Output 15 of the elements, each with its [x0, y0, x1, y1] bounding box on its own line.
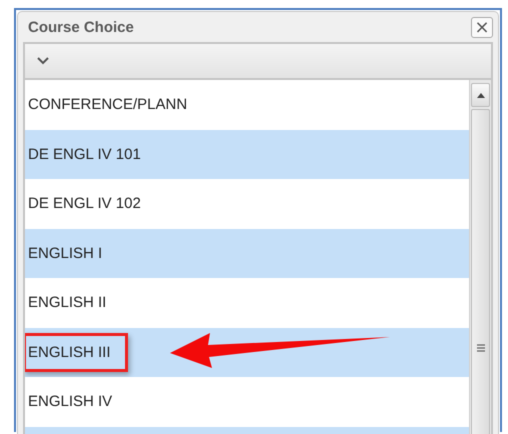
- dropdown-field[interactable]: [23, 42, 493, 80]
- course-item[interactable]: ENGLISH III: [25, 332, 128, 372]
- close-button[interactable]: ×: [471, 16, 493, 38]
- scrollbar[interactable]: [469, 80, 491, 434]
- scroll-up-button[interactable]: [471, 83, 490, 107]
- scrollbar-thumb[interactable]: [471, 109, 490, 434]
- triangle-up-icon: [476, 92, 484, 98]
- course-item[interactable]: CONFERENCE/PLANN: [25, 80, 469, 130]
- chevron-down-icon: [37, 57, 49, 65]
- course-item[interactable]: DE ENGL IV 102: [25, 179, 469, 228]
- dialog-title: Course Choice: [27, 18, 134, 36]
- course-item[interactable]: ENGLISH IV: [25, 377, 469, 426]
- grip-icon: [476, 344, 484, 352]
- arrow-icon: [170, 330, 390, 368]
- course-item[interactable]: ENGLISH II: [25, 278, 469, 328]
